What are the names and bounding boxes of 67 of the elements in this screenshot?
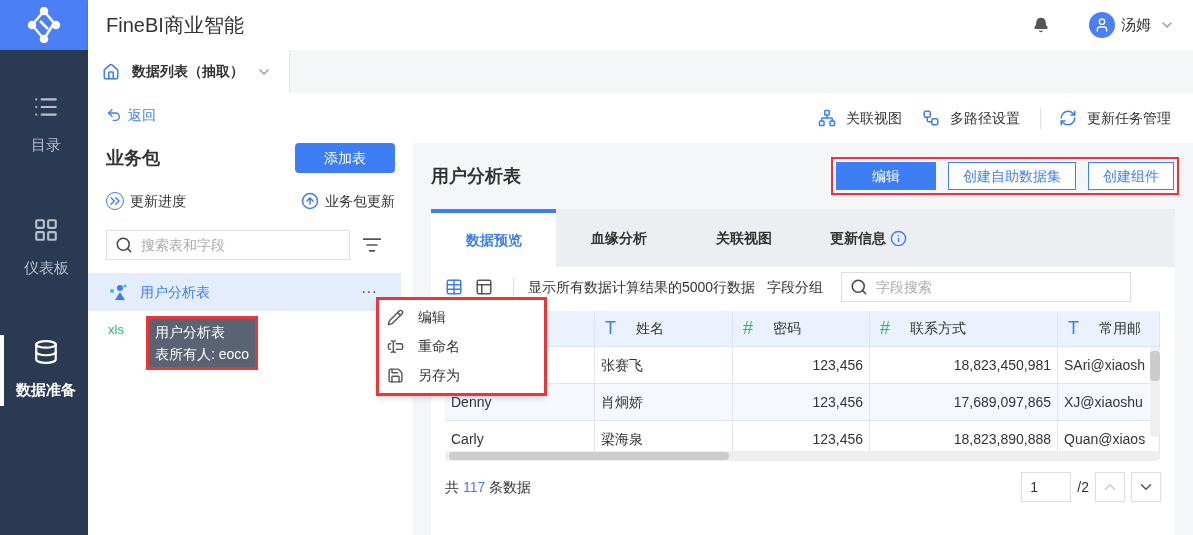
field-group-button[interactable]: 字段分组 (767, 276, 824, 298)
grid-icon[interactable] (445, 278, 463, 296)
data-list-tab[interactable]: 数据列表（抽取） (88, 50, 290, 93)
app-title: FineBI商业智能 (106, 13, 245, 38)
people-icon (108, 282, 128, 302)
table-cell: 18,823,450,981 (870, 347, 1058, 383)
hierarchy-icon (818, 109, 836, 127)
nav-item[interactable]: 目录 (0, 90, 88, 161)
filter-icon[interactable] (362, 235, 382, 255)
action-button[interactable]: 创建自助数据集 (948, 162, 1076, 190)
nav-item[interactable]: 仪表板 (0, 212, 88, 283)
vertical-scrollbar[interactable] (1150, 347, 1160, 437)
search-field[interactable]: 搜索表和字段 (106, 230, 350, 260)
table-cell: 17,689,097,865 (870, 384, 1058, 420)
search-icon (115, 236, 133, 254)
info-icon[interactable] (890, 229, 907, 247)
grid-icon (33, 216, 59, 243)
layout-icon[interactable] (475, 278, 493, 296)
detail-tab[interactable]: 更新信息 (806, 209, 931, 267)
nav-item[interactable]: 数据准备 (0, 335, 88, 406)
column-header[interactable]: # 密码 (733, 311, 870, 346)
column-header[interactable]: T 常用邮 (1058, 311, 1160, 346)
page-field[interactable]: 1 (1021, 472, 1072, 502)
row-count: 共 117 条数据 (445, 477, 532, 497)
horizontal-scrollbar[interactable] (445, 451, 1160, 461)
pencil-icon (387, 309, 404, 326)
table-name: 用户分析表 (140, 282, 211, 302)
home-icon (102, 62, 120, 81)
column-header[interactable]: T 姓名 (595, 311, 733, 346)
toolbar-action[interactable]: 更新任务管理 (1040, 107, 1171, 129)
back-link[interactable]: 返回 (106, 104, 156, 126)
page-total: /2 (1077, 477, 1089, 497)
menu-item[interactable]: 重命名 (379, 332, 544, 361)
avatar-icon[interactable] (1089, 12, 1115, 38)
undo-icon (106, 107, 122, 123)
bell-icon[interactable] (1033, 17, 1049, 33)
more-button[interactable]: ··· (361, 284, 377, 300)
table-cell: 123,456 (733, 384, 870, 420)
logo-icon (26, 7, 62, 43)
toolbar-action[interactable]: 多路径设置 (922, 107, 1020, 129)
next-page-button[interactable] (1131, 472, 1161, 502)
field-search[interactable]: 字段搜索 (841, 272, 1132, 302)
add-table-button[interactable]: 添加表 (295, 143, 395, 173)
table-cell: 张赛飞 (595, 347, 733, 383)
table-cell: 肖炯娇 (595, 384, 733, 420)
table-item[interactable]: 用户分析表 ··· (88, 273, 401, 311)
refresh-icon (1059, 109, 1077, 127)
package-update-link[interactable]: 业务包更新 (301, 190, 395, 212)
detail-title: 用户分析表 (431, 164, 521, 188)
column-header[interactable]: # 联系方式 (870, 311, 1058, 346)
upload-icon (301, 192, 319, 210)
detail-tab[interactable]: 血缘分析 (556, 209, 681, 267)
user-name[interactable]: 汤姆 (1121, 13, 1151, 37)
update-progress-link[interactable]: 更新进度 (106, 190, 186, 212)
search-icon (850, 278, 869, 296)
detail-tab[interactable]: 关联视图 (681, 209, 806, 267)
tooltip-owner: 表所有人: eoco (155, 345, 250, 364)
toolbar-action[interactable]: 关联视图 (818, 107, 902, 129)
detail-tab[interactable]: 数据预览 (431, 209, 556, 267)
text-cursor-icon (387, 338, 404, 355)
tooltip-title: 用户分析表 (155, 323, 226, 342)
database-icon (33, 339, 59, 365)
workflow-icon (922, 109, 940, 127)
action-button[interactable]: 编辑 (836, 162, 936, 190)
table-cell: 123,456 (733, 347, 870, 383)
package-title: 业务包 (106, 146, 160, 170)
action-button[interactable]: 创建组件 (1088, 162, 1174, 190)
